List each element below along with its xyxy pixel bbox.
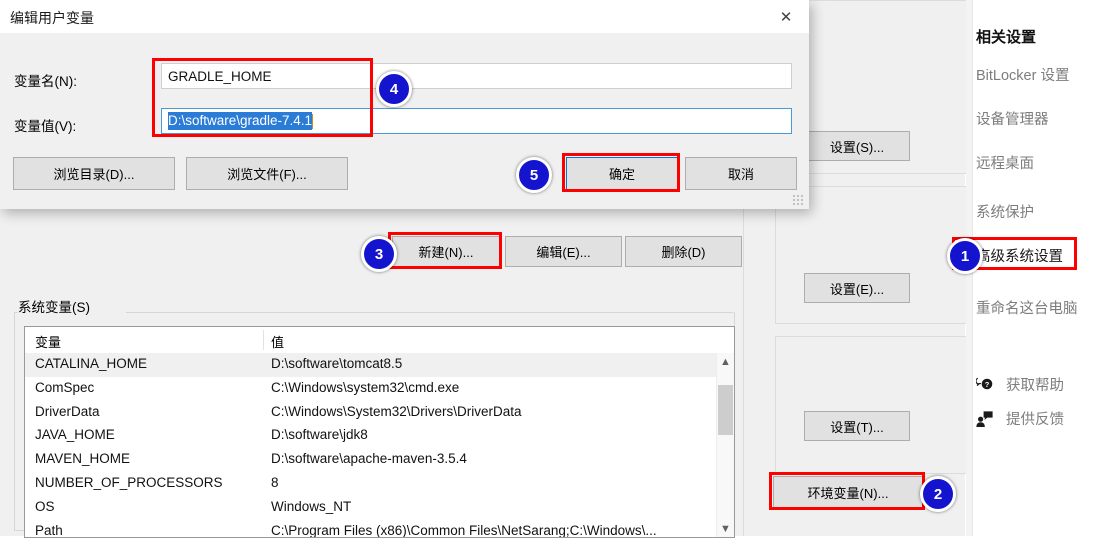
system-var-value: Windows_NT <box>271 498 352 514</box>
system-var-name: MAVEN_HOME <box>35 451 131 467</box>
feedback-person-icon <box>976 410 994 428</box>
system-var-name: ComSpec <box>35 379 95 395</box>
system-var-value: C:\Windows\System32\Drivers\DriverData <box>271 403 522 419</box>
table-row[interactable]: OS Windows_NT <box>25 496 717 520</box>
sidebar-item-remote-desktop[interactable]: 远程桌面 <box>976 152 1034 173</box>
sidebar-item-bitlocker[interactable]: BitLocker 设置 <box>976 64 1069 85</box>
step-badge-1: 1 <box>947 238 983 274</box>
cancel-button[interactable]: 取消 <box>685 157 797 190</box>
edit-user-variable-button[interactable]: 编辑(E)... <box>505 236 622 267</box>
close-icon[interactable]: ✕ <box>763 0 809 33</box>
table-row[interactable]: JAVA_HOME D:\software\jdk8 <box>25 424 717 448</box>
chevron-down-icon[interactable]: ▼ <box>717 520 734 537</box>
feedback-person-glyph <box>976 410 993 427</box>
table-row[interactable]: NUMBER_OF_PROCESSORS 8 <box>25 472 717 496</box>
step-badge-5: 5 <box>516 157 552 193</box>
system-variables-table[interactable]: 变量 值 CATALINA_HOME D:\software\tomcat8.5 C… <box>24 326 735 538</box>
resize-grip-icon[interactable] <box>793 195 803 205</box>
delete-user-variable-button[interactable]: 删除(D) <box>625 236 742 267</box>
browse-directory-button[interactable]: 浏览目录(D)... <box>13 157 175 190</box>
chevron-up-icon[interactable]: ▲ <box>717 353 734 370</box>
system-var-name: OS <box>35 498 55 514</box>
highlight-box-new-button <box>388 232 502 269</box>
step-badge-4: 4 <box>376 71 412 107</box>
highlight-box-ok-button <box>562 153 680 192</box>
table-row[interactable]: Path C:\Program Files (x86)\Common Files\… <box>25 520 717 537</box>
system-var-value: 8 <box>271 474 279 490</box>
table-body: CATALINA_HOME D:\software\tomcat8.5 ComSpe… <box>25 353 717 537</box>
scrollbar-thumb[interactable] <box>718 385 733 435</box>
performance-settings-button[interactable]: 设置(S)... <box>804 131 910 161</box>
table-row[interactable]: DriverData C:\Windows\System32\Drivers\Dr… <box>25 401 717 425</box>
variable-name-label: 变量名(N): <box>14 74 77 89</box>
sidebar-item-device-manager[interactable]: 设备管理器 <box>976 108 1049 129</box>
help-bubble-glyph: ? <box>976 377 993 390</box>
help-bubble-icon: ? <box>976 376 994 394</box>
startup-recovery-settings-button[interactable]: 设置(T)... <box>804 411 910 441</box>
system-var-name: JAVA_HOME <box>35 427 115 443</box>
column-header-value[interactable]: 值 <box>271 332 284 351</box>
system-var-name: CATALINA_HOME <box>35 356 148 371</box>
user-profiles-settings-button[interactable]: 设置(E)... <box>804 273 910 303</box>
step-badge-2: 2 <box>920 476 956 512</box>
table-row[interactable]: ComSpec C:\Windows\system32\cmd.exe <box>25 377 717 401</box>
related-settings-title: 相关设置 <box>976 29 1037 46</box>
system-var-value: C:\Program Files (x86)\Common Files\NetS… <box>271 522 657 537</box>
browse-file-button[interactable]: 浏览文件(F)... <box>186 157 348 190</box>
variable-value-label: 变量值(V): <box>14 119 77 134</box>
header-divider <box>263 330 264 350</box>
startup-recovery-group <box>775 336 967 474</box>
column-header-name[interactable]: 变量 <box>35 332 61 351</box>
step-badge-3: 3 <box>361 236 397 272</box>
svg-text:?: ? <box>985 380 990 389</box>
dialog-titlebar[interactable]: 编辑用户变量 ✕ <box>0 0 809 33</box>
give-feedback-label[interactable]: 提供反馈 <box>1006 408 1064 429</box>
system-var-value: D:\software\apache-maven-3.5.4 <box>271 451 467 467</box>
sidebar-item-system-protection[interactable]: 系统保护 <box>976 201 1034 222</box>
system-var-name: NUMBER_OF_PROCESSORS <box>35 474 223 490</box>
system-var-value: D:\software\tomcat8.5 <box>271 356 403 371</box>
system-var-value: D:\software\jdk8 <box>271 427 368 443</box>
table-row[interactable]: CATALINA_HOME D:\software\tomcat8.5 <box>25 353 717 377</box>
system-var-name: DriverData <box>35 403 100 419</box>
system-table-scrollbar[interactable]: ▲ ▼ <box>716 353 734 537</box>
table-row[interactable]: MAVEN_HOME D:\software\apache-maven-3.5.4 <box>25 448 717 472</box>
system-var-name: Path <box>35 522 63 537</box>
sidebar-item-rename-pc[interactable]: 重命名这台电脑 <box>976 297 1078 318</box>
dialog-title: 编辑用户变量 <box>10 10 94 26</box>
highlight-box-variable-fields <box>152 58 373 137</box>
highlight-box-env-vars-button <box>769 472 925 510</box>
table-header: 变量 值 <box>25 327 734 354</box>
get-help-label[interactable]: 获取帮助 <box>1006 374 1064 395</box>
system-var-value: C:\Windows\system32\cmd.exe <box>271 379 460 395</box>
